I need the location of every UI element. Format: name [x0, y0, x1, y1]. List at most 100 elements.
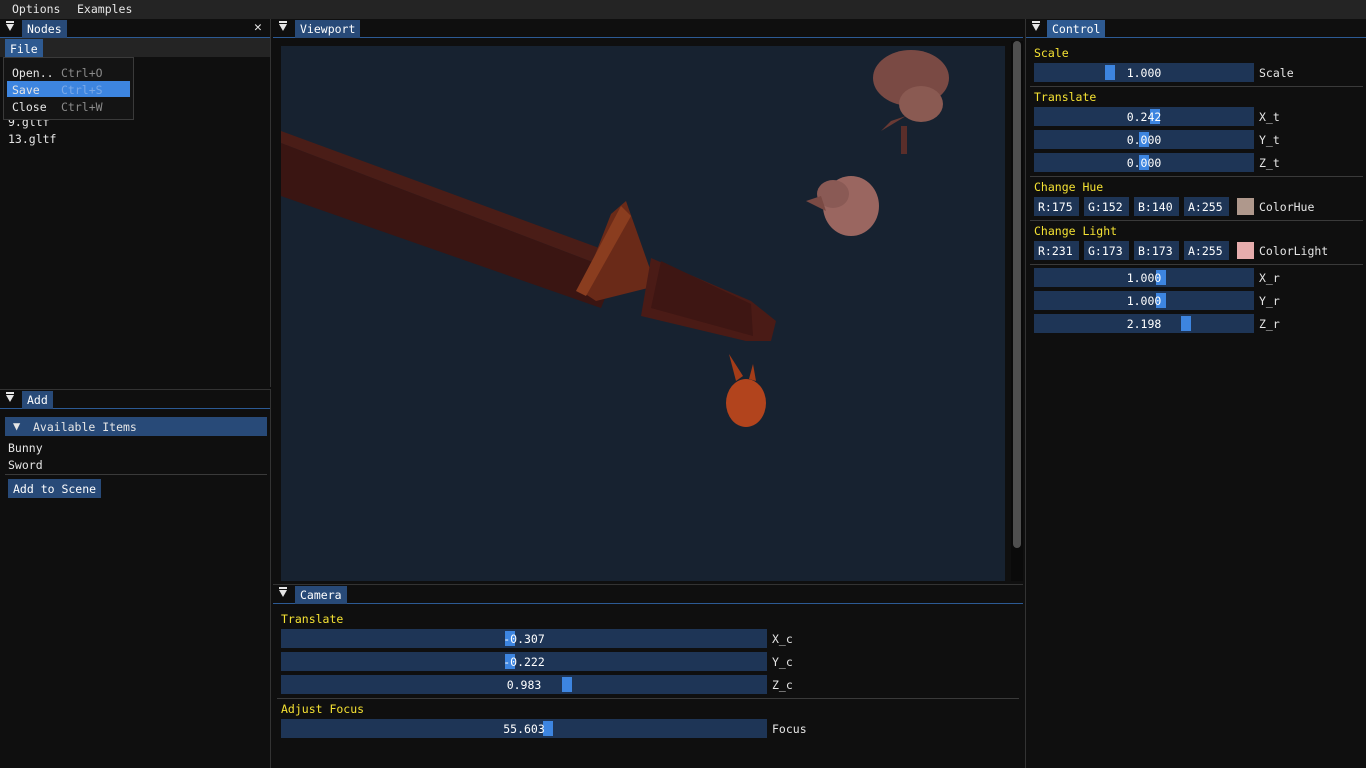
- file-dropdown-menu: Open.. Ctrl+O Save Ctrl+S Close Ctrl+W: [3, 57, 134, 120]
- divider: [1030, 220, 1363, 221]
- scene-render: [281, 50, 949, 427]
- adjust-focus-label: Adjust Focus: [281, 702, 365, 716]
- slider-value: -0.307: [503, 632, 545, 646]
- slider-value: 1.000: [1126, 66, 1162, 80]
- translate-label: Translate: [1034, 90, 1097, 104]
- slider-label: X_t: [1259, 110, 1280, 124]
- camera-z-slider[interactable]: 0.983: [281, 675, 767, 694]
- slider-value: 0.000: [1126, 133, 1162, 147]
- translate-z-slider[interactable]: 0.000: [1034, 153, 1254, 172]
- camera-panel: Camera Translate -0.307 X_c -0.222 Y_c 0…: [273, 584, 1023, 768]
- viewport-canvas[interactable]: [281, 46, 1005, 581]
- slider-value: 0.983: [506, 678, 542, 692]
- control-panel: Control Scale 1.000 Scale Translate 0.24…: [1025, 19, 1366, 768]
- viewport-scrollbar[interactable]: [1011, 41, 1023, 581]
- collapse-arrow-icon[interactable]: [279, 21, 287, 31]
- camera-translate-label: Translate: [281, 612, 344, 626]
- translate-y-slider[interactable]: 0.000: [1034, 130, 1254, 149]
- light-r-input[interactable]: R:231: [1034, 241, 1079, 260]
- color-label: ColorLight: [1259, 244, 1329, 258]
- focus-slider[interactable]: 55.603: [281, 719, 767, 738]
- slider-value: 0.242: [1126, 110, 1162, 124]
- slider-value: -0.222: [503, 655, 545, 669]
- slider-label: X_c: [772, 632, 793, 646]
- viewport-tabbar: Viewport: [273, 19, 1023, 38]
- nodes-tabbar: Nodes ✕: [0, 19, 270, 38]
- light-g-input[interactable]: G:173: [1084, 241, 1129, 260]
- menu-item-open[interactable]: Open.. Ctrl+O: [7, 64, 130, 80]
- hue-color-swatch[interactable]: [1237, 198, 1254, 215]
- divider: [1030, 264, 1363, 265]
- hue-r-input[interactable]: R:175: [1034, 197, 1079, 216]
- add-panel: Add ▼ Available Items Bunny Sword Add to…: [0, 389, 271, 768]
- slider-value: 55.603: [503, 722, 545, 736]
- menu-options[interactable]: Options: [12, 2, 60, 16]
- scale-slider[interactable]: 1.000: [1034, 63, 1254, 82]
- viewport-panel: Viewport: [273, 19, 1023, 581]
- slider-label: Y_c: [772, 655, 793, 669]
- collapse-arrow-icon[interactable]: [279, 587, 287, 597]
- menu-item-shortcut: Ctrl+W: [61, 100, 103, 114]
- slider-label: Z_t: [1259, 156, 1280, 170]
- rotate-x-slider[interactable]: 1.000: [1034, 268, 1254, 287]
- slider-value: 0.000: [1126, 156, 1162, 170]
- control-tabbar: Control: [1026, 19, 1366, 38]
- menu-item-label: Save: [12, 83, 40, 97]
- menu-item-shortcut: Ctrl+O: [61, 66, 103, 80]
- menu-item-save[interactable]: Save Ctrl+S: [7, 81, 130, 97]
- sword-model: [281, 131, 776, 341]
- slider-label: Z_c: [772, 678, 793, 692]
- slider-value: 1.000: [1126, 294, 1162, 308]
- close-icon[interactable]: ✕: [254, 20, 262, 35]
- divider: [1030, 86, 1363, 87]
- tab-nodes[interactable]: Nodes: [22, 20, 67, 38]
- menu-item-close[interactable]: Close Ctrl+W: [7, 98, 130, 114]
- color-label: ColorHue: [1259, 200, 1315, 214]
- tab-camera[interactable]: Camera: [295, 586, 347, 604]
- tab-control[interactable]: Control: [1047, 20, 1106, 38]
- rotate-y-slider[interactable]: 1.000: [1034, 291, 1254, 310]
- bunny-model-top: [873, 50, 949, 154]
- tab-add[interactable]: Add: [22, 391, 53, 409]
- rotate-z-slider[interactable]: 2.198: [1034, 314, 1254, 333]
- menu-examples[interactable]: Examples: [77, 2, 132, 16]
- slider-label: Y_t: [1259, 133, 1280, 147]
- hue-g-input[interactable]: G:152: [1084, 197, 1129, 216]
- scrollbar-thumb[interactable]: [1013, 41, 1021, 548]
- collapse-arrow-icon[interactable]: [6, 392, 14, 402]
- translate-x-slider[interactable]: 0.242: [1034, 107, 1254, 126]
- hue-b-input[interactable]: B:140: [1134, 197, 1179, 216]
- slider-label: Scale: [1259, 66, 1294, 80]
- header-label: Available Items: [33, 420, 137, 434]
- slider-label: Y_r: [1259, 294, 1280, 308]
- camera-x-slider[interactable]: -0.307: [281, 629, 767, 648]
- scale-label: Scale: [1034, 46, 1069, 60]
- camera-y-slider[interactable]: -0.222: [281, 652, 767, 671]
- file-list-item[interactable]: 13.gltf: [8, 132, 56, 146]
- add-tabbar: Add: [0, 390, 270, 409]
- slider-label: X_r: [1259, 271, 1280, 285]
- collapse-arrow-icon[interactable]: [1032, 21, 1040, 31]
- camera-tabbar: Camera: [273, 585, 1023, 604]
- file-menu-button[interactable]: File: [5, 39, 43, 57]
- menu-item-label: Close: [12, 100, 47, 114]
- slider-value: 2.198: [1126, 317, 1162, 331]
- menu-item-shortcut: Ctrl+S: [61, 83, 103, 97]
- light-a-input[interactable]: A:255: [1184, 241, 1229, 260]
- divider: [1030, 176, 1363, 177]
- add-to-scene-button[interactable]: Add to Scene: [8, 479, 102, 498]
- light-b-input[interactable]: B:173: [1134, 241, 1179, 260]
- list-item[interactable]: Sword: [8, 458, 43, 472]
- tab-viewport[interactable]: Viewport: [295, 20, 361, 38]
- slider-label: Z_r: [1259, 317, 1280, 331]
- bunny-model-middle: [806, 176, 879, 236]
- hue-a-input[interactable]: A:255: [1184, 197, 1229, 216]
- change-light-label: Change Light: [1034, 224, 1118, 238]
- bunny-model-bottom: [726, 354, 766, 427]
- available-items-header[interactable]: ▼ Available Items: [5, 417, 267, 436]
- collapse-arrow-icon[interactable]: [6, 21, 14, 31]
- light-color-swatch[interactable]: [1237, 242, 1254, 259]
- divider: [277, 698, 1019, 699]
- list-item[interactable]: Bunny: [8, 441, 43, 455]
- change-hue-label: Change Hue: [1034, 180, 1104, 194]
